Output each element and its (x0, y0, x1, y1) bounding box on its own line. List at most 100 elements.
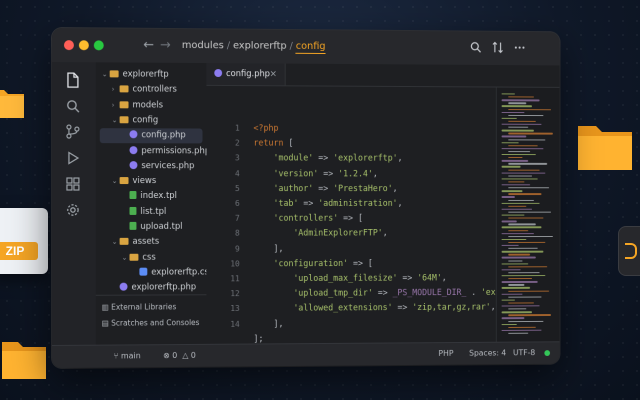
tree-item[interactable]: list.tpl (96, 205, 207, 220)
breadcrumb-item-explorerftp[interactable]: explorerftp (233, 40, 287, 51)
chevron-down-icon[interactable]: ⌄ (112, 113, 120, 128)
chevron-right-icon[interactable]: › (112, 98, 120, 113)
folder-icon (120, 116, 129, 123)
code-token: => (318, 169, 338, 179)
code-token: . (466, 288, 481, 298)
tree-item[interactable]: ⌄ views (96, 174, 207, 189)
php-file-icon (130, 146, 138, 154)
run-icon[interactable] (66, 150, 82, 166)
tab-config-php[interactable]: config.php × (206, 63, 285, 85)
tree-item[interactable]: index.tpl (96, 189, 207, 204)
tree-item[interactable]: services.php (96, 159, 207, 174)
code-line[interactable]: 'tab' => 'administration', (253, 199, 402, 209)
template-file-icon (130, 191, 137, 199)
tree-item-label: views (132, 176, 156, 186)
tree-item[interactable]: › models (96, 98, 207, 113)
code-editor[interactable]: 1 2 3 4 5 6 7 8 9 10 11 12 13 14 <?php return [ 'modul… (206, 86, 496, 345)
code-line[interactable]: 'upload_max_filesize' => '64M', (253, 273, 446, 284)
back-arrow-icon[interactable]: ← (143, 38, 154, 53)
minimap-line (502, 190, 523, 191)
code-token: 'allowed_extensions' (253, 304, 392, 315)
chevron-down-icon[interactable]: ⌄ (102, 67, 110, 82)
minimap-line (502, 124, 542, 126)
minimap-line (502, 172, 546, 173)
tree-item-label: upload.tpl (140, 222, 182, 232)
tree-item[interactable]: config.php (100, 128, 203, 143)
minimize-window-button[interactable] (79, 40, 89, 50)
minimap-line (502, 251, 544, 252)
tree-item[interactable]: ⌄ assets (96, 235, 207, 250)
tree-item[interactable]: explorerftp.css (96, 265, 207, 280)
settings-icon[interactable] (66, 202, 82, 218)
code-line[interactable]: <?php (253, 124, 278, 134)
maximize-window-button[interactable] (94, 40, 104, 50)
encoding[interactable]: UTF-8 (513, 348, 535, 357)
close-tab-icon[interactable]: × (270, 63, 277, 85)
scratches-item[interactable]: ▤ Scratches and Consoles (102, 318, 200, 328)
extensions-icon[interactable] (66, 176, 82, 192)
minimap-line (502, 202, 540, 203)
code-line[interactable]: 'controllers' => [ (253, 214, 362, 224)
minimap-line (508, 230, 528, 231)
split-sort-icon[interactable] (492, 42, 503, 57)
code-token: 'version' (253, 169, 318, 179)
tree-item-label: controllers (132, 85, 176, 95)
chevron-down-icon[interactable]: ⌄ (122, 250, 130, 265)
minimap-line (508, 187, 549, 188)
code-token: 'explorerftp' (333, 154, 397, 164)
line-number: 14 (206, 319, 239, 328)
breadcrumb-item-modules[interactable]: modules (182, 40, 224, 51)
source-control-icon[interactable] (66, 124, 82, 140)
code-line[interactable]: 'module' => 'explorerftp', (253, 154, 402, 164)
git-branch[interactable]: ⑂ main (114, 351, 141, 360)
tree-item[interactable]: ⌄ explorerftp (96, 67, 207, 83)
code-line[interactable]: ], (253, 319, 283, 329)
template-file-icon (130, 207, 137, 215)
breadcrumb-separator: / (227, 40, 230, 51)
minimap-line (508, 121, 536, 122)
minimap-line (508, 302, 534, 303)
tree-item[interactable]: › controllers (96, 83, 207, 99)
editor-tab-bar: config.php × (206, 63, 559, 88)
code-line[interactable]: 'allowed_extensions' => 'zip,tar,gz,rar'… (253, 303, 495, 314)
more-options-icon[interactable] (514, 42, 525, 57)
close-window-button[interactable] (64, 40, 74, 50)
tree-item[interactable]: upload.tpl (96, 220, 207, 235)
minimap-line (502, 130, 534, 131)
indentation[interactable]: Spaces: 4 (469, 349, 506, 358)
search-icon[interactable] (470, 41, 481, 56)
code-line[interactable]: 'AdminExplorerFTP', (253, 229, 387, 239)
chevron-down-icon[interactable]: ⌄ (112, 235, 120, 250)
activity-bar (52, 62, 97, 346)
external-libraries-item[interactable]: ▥ External Libraries (102, 302, 177, 311)
code-token: , (398, 154, 403, 164)
problems-indicator[interactable]: ⊗ 0 △ 0 (163, 351, 196, 360)
code-line[interactable]: 'version' => '1.2.4', (253, 169, 377, 179)
chevron-right-icon[interactable]: › (112, 83, 120, 98)
tree-item[interactable]: ⌄ config (96, 113, 207, 128)
code-token: return (253, 139, 283, 149)
search-icon[interactable] (66, 98, 82, 114)
branch-name: main (121, 351, 141, 360)
php-file-icon (120, 283, 128, 291)
files-icon[interactable] (66, 72, 82, 88)
code-token: => (373, 289, 393, 299)
forward-arrow-icon[interactable]: → (160, 38, 171, 53)
chevron-down-icon[interactable]: ⌄ (112, 174, 120, 189)
tree-item[interactable]: ⌄ css (96, 250, 207, 265)
language-mode[interactable]: PHP (438, 349, 453, 358)
code-line[interactable]: 'configuration' => [ (253, 259, 372, 269)
code-line[interactable]: return [ (253, 139, 293, 149)
zip-label: ZIP (0, 242, 38, 260)
tree-item-label: explorerftp.php (131, 283, 196, 293)
code-line[interactable]: ], (253, 244, 283, 254)
line-number: 13 (206, 304, 239, 313)
minimap-line (508, 254, 530, 255)
minimap-line (502, 209, 532, 210)
minimap[interactable] (496, 88, 560, 343)
title-bar: ← → modules / explorerftp / config (52, 28, 560, 66)
folder-icon (130, 253, 139, 260)
tree-item[interactable]: permissions.php (96, 144, 207, 159)
breadcrumb-item-config[interactable]: config (296, 41, 326, 54)
code-line[interactable]: 'author' => 'PrestaHero', (253, 184, 397, 194)
